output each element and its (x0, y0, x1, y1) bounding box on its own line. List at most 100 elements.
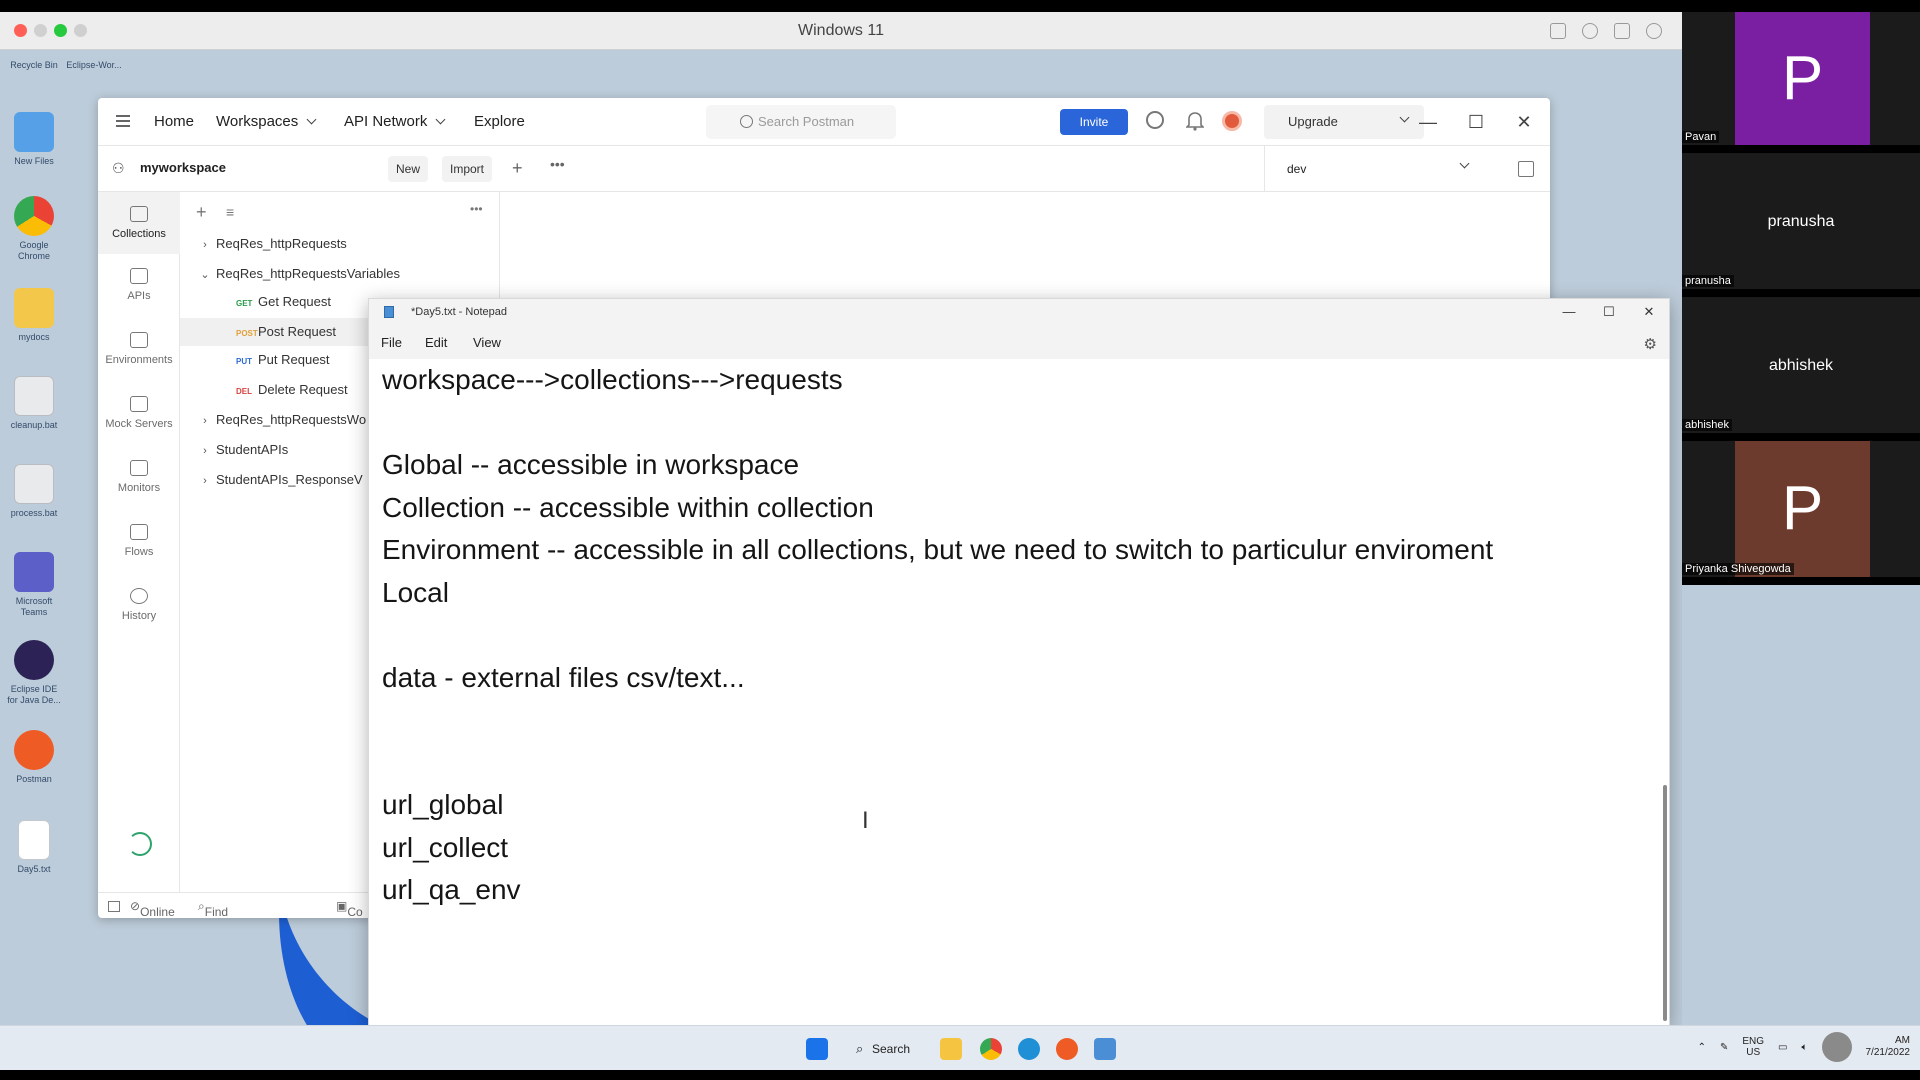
invite-button[interactable]: Invite (1060, 109, 1128, 135)
menu-view[interactable]: View (473, 335, 501, 350)
settings-gear-icon[interactable] (1146, 111, 1164, 129)
participant-tile[interactable]: pranusha pranusha (1682, 153, 1920, 289)
system-tray: ⌃ ✎ ENG US ▭ 🔈︎ AM 7/21/2022 (1698, 1032, 1910, 1062)
file-explorer-icon[interactable] (940, 1038, 962, 1060)
menu-file[interactable]: File (381, 335, 402, 350)
rail-mock-servers[interactable]: Mock Servers (98, 396, 180, 430)
participant-tile[interactable]: abhishek abhishek (1682, 297, 1920, 433)
add-collection-icon[interactable]: + (196, 202, 207, 223)
nav-api-network[interactable]: API Network (344, 113, 446, 130)
rail-environments[interactable]: Environments (98, 332, 180, 366)
rail-apis-label: APIs (127, 290, 151, 302)
rail-flows[interactable]: Flows (98, 524, 180, 558)
pen-icon[interactable]: ✎ (1720, 1042, 1728, 1053)
chevron-up-icon[interactable]: ⌃ (1698, 1042, 1706, 1053)
fullscreen-icon[interactable] (1646, 23, 1662, 39)
notepad-menu-bar: File Edit View ⚙ (369, 325, 1669, 359)
notepad-title: *Day5.txt - Notepad (411, 306, 507, 318)
volume-icon[interactable]: 🔈︎ (1802, 1042, 1808, 1053)
desktop-icon-mydocs[interactable]: mydocs (6, 288, 62, 343)
participant-tile[interactable]: P Pavan (1682, 12, 1920, 145)
toggle-sidebar-icon[interactable] (108, 901, 120, 912)
desktop-icon-process[interactable]: process.bat (6, 464, 62, 519)
new-tab-plus-icon[interactable]: + (512, 158, 523, 179)
nav-home[interactable]: Home (154, 113, 194, 130)
region-code: US (1746, 1047, 1761, 1058)
chevron-down-icon: ⌄ (200, 269, 210, 281)
rail-history[interactable]: History (98, 588, 180, 622)
rail-apis[interactable]: APIs (98, 268, 180, 302)
chrome-icon[interactable] (980, 1038, 1002, 1060)
rail-monitors-label: Monitors (117, 482, 161, 494)
chevron-down-icon (306, 114, 317, 124)
maximize-icon[interactable]: ☐ (1464, 110, 1488, 134)
search-input[interactable]: Search Postman (706, 105, 896, 139)
import-button[interactable]: Import (442, 156, 493, 182)
notifications-bell-icon[interactable] (1185, 111, 1206, 131)
language-indicator[interactable]: ENG US (1742, 1036, 1764, 1058)
desktop-icon-day5[interactable]: Day5.txt (6, 820, 62, 875)
edge-icon[interactable] (1018, 1038, 1040, 1060)
start-windows-icon[interactable] (806, 1038, 828, 1060)
desktop-icon-new-files[interactable]: New Files (6, 112, 62, 167)
console[interactable]: ▣ Co (336, 899, 363, 918)
vm-title-bar: Windows 11 (0, 12, 1682, 50)
vm-toolbar-icons (1550, 23, 1662, 39)
participant-avatar: P (1735, 12, 1870, 145)
workspace-name[interactable]: myworkspace (140, 160, 226, 175)
bootcamp-icon[interactable] (128, 832, 152, 856)
find-replace[interactable]: ⌕ Find and Replace (198, 899, 228, 918)
collection-item[interactable]: › ReqRes_httpRequests (180, 230, 500, 258)
new-button[interactable]: New (388, 156, 429, 182)
desktop-icon-postman[interactable]: Postman (6, 730, 62, 785)
environment-quick-look-icon[interactable] (1518, 161, 1534, 177)
settings-icon[interactable] (1582, 23, 1598, 39)
postman-header: Home Workspaces API Network Explore Sear… (98, 98, 1550, 146)
upgrade-button[interactable]: Upgrade (1264, 105, 1424, 139)
taskbar-search[interactable]: ⌕ Search (854, 1038, 918, 1060)
desktop-icon-teams[interactable]: Microsoft Teams (6, 552, 62, 618)
chevron-down-icon (435, 114, 446, 124)
notepad-text-area[interactable]: workspace--->collections--->requests Glo… (382, 359, 1662, 912)
upgrade-label: Upgrade (1288, 114, 1338, 129)
participant-display-name: pranusha (1767, 213, 1835, 230)
usb-icon[interactable] (1614, 23, 1630, 39)
more-options-icon[interactable]: ••• (470, 202, 483, 216)
keyboard-icon[interactable] (1550, 23, 1566, 39)
settings-gear-icon[interactable]: ⚙ (1644, 335, 1657, 353)
notepad-icon[interactable] (1094, 1038, 1116, 1060)
filter-icon[interactable]: ≡ (226, 204, 234, 220)
desktop-icon-recycle-bin[interactable]: Recycle Bin (6, 56, 62, 71)
participant-tile[interactable]: P Priyanka Shivegowda (1682, 441, 1920, 577)
minimize-icon[interactable]: — (1549, 299, 1589, 325)
more-tabs-icon[interactable]: ••• (550, 156, 565, 172)
minimize-icon[interactable]: — (1416, 110, 1440, 134)
desktop-icon-eclipse-ide[interactable]: Eclipse IDE for Java De... (6, 640, 62, 706)
environment-selector[interactable]: dev (1264, 146, 1490, 192)
sidebar-rail: Collections APIs Environments Mock Serve… (98, 192, 180, 892)
menu-icon[interactable] (116, 115, 130, 127)
close-icon[interactable]: ✕ (1629, 299, 1669, 325)
search-placeholder: Search Postman (758, 114, 855, 129)
collection-item[interactable]: ⌄ ReqRes_httpRequestsVariables (180, 260, 500, 288)
rail-collections[interactable]: Collections (98, 192, 180, 254)
chevron-right-icon: › (203, 445, 207, 457)
vertical-scrollbar[interactable] (1663, 785, 1667, 1021)
network-icon[interactable]: ▭ (1778, 1042, 1787, 1053)
rail-monitors[interactable]: Monitors (98, 460, 180, 494)
avatar[interactable] (1222, 111, 1242, 131)
online-status[interactable]: ⊘ Online (130, 899, 175, 918)
maximize-icon[interactable]: ☐ (1589, 299, 1629, 325)
desktop-icon-chrome[interactable]: Google Chrome (6, 196, 62, 262)
text-file-icon (18, 820, 50, 860)
monitors-icon (130, 460, 148, 476)
postman-icon[interactable] (1056, 1038, 1078, 1060)
nav-explore[interactable]: Explore (474, 113, 525, 130)
desktop-icon-cleanup[interactable]: cleanup.bat (6, 376, 62, 431)
desktop-icon-eclipse-workspace[interactable]: Eclipse-Wor... (66, 56, 122, 71)
nav-workspaces[interactable]: Workspaces (216, 113, 317, 130)
menu-edit[interactable]: Edit (425, 335, 447, 350)
text-line: workspace--->collections--->requests (382, 364, 843, 395)
close-icon[interactable]: ✕ (1512, 110, 1536, 134)
clock[interactable]: AM 7/21/2022 (1866, 1035, 1911, 1059)
